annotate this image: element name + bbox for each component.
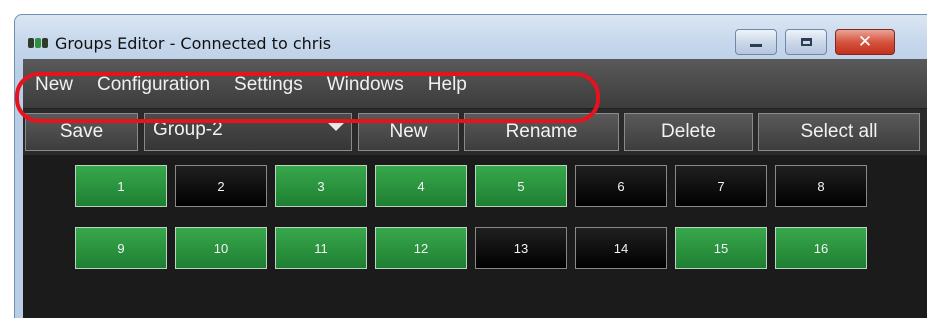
minimize-icon — [750, 44, 762, 47]
close-icon: ✕ — [857, 31, 873, 52]
channel-button-10[interactable]: 10 — [175, 227, 267, 269]
group-select[interactable]: Group-2 — [144, 113, 352, 151]
channel-button-3[interactable]: 3 — [275, 165, 367, 207]
menu-new[interactable]: New — [23, 68, 85, 102]
channel-button-5[interactable]: 5 — [475, 165, 567, 207]
menu-configuration[interactable]: Configuration — [85, 68, 222, 102]
channel-button-2[interactable]: 2 — [175, 165, 267, 207]
minimize-button[interactable] — [735, 29, 777, 55]
menu-windows[interactable]: Windows — [315, 68, 416, 102]
menu-help[interactable]: Help — [416, 68, 479, 102]
channel-button-14[interactable]: 14 — [575, 227, 667, 269]
channel-button-9[interactable]: 9 — [75, 227, 167, 269]
channel-button-13[interactable]: 13 — [475, 227, 567, 269]
channel-button-16[interactable]: 16 — [775, 227, 867, 269]
delete-button[interactable]: Delete — [624, 113, 753, 151]
channel-button-8[interactable]: 8 — [775, 165, 867, 207]
channel-button-1[interactable]: 1 — [75, 165, 167, 207]
groups-editor-window: Groups Editor - Connected to chris ✕ New… — [14, 14, 927, 318]
group-select-value: Group-2 — [153, 119, 223, 140]
save-button[interactable]: Save — [25, 113, 138, 151]
chevron-down-icon[interactable] — [327, 122, 345, 131]
title-bar[interactable]: Groups Editor - Connected to chris ✕ — [15, 15, 927, 59]
maximize-button[interactable] — [785, 29, 827, 55]
app-icon — [28, 36, 50, 50]
channel-button-12[interactable]: 12 — [375, 227, 467, 269]
toolbar: Save Group-2 New Rename Delete Select al… — [23, 109, 927, 155]
new-group-button[interactable]: New — [358, 113, 459, 151]
channel-button-6[interactable]: 6 — [575, 165, 667, 207]
menu-bar: New Configuration Settings Windows Help — [23, 59, 927, 109]
window-title: Groups Editor - Connected to chris — [55, 34, 332, 53]
maximize-icon — [800, 38, 812, 46]
channel-button-4[interactable]: 4 — [375, 165, 467, 207]
editor-content: New Configuration Settings Windows Help … — [23, 59, 927, 318]
menu-settings[interactable]: Settings — [222, 68, 315, 102]
channel-button-7[interactable]: 7 — [675, 165, 767, 207]
select-all-button[interactable]: Select all — [758, 113, 920, 151]
channel-button-15[interactable]: 15 — [675, 227, 767, 269]
channel-button-11[interactable]: 11 — [275, 227, 367, 269]
close-button[interactable]: ✕ — [835, 29, 895, 55]
rename-button[interactable]: Rename — [464, 113, 619, 151]
